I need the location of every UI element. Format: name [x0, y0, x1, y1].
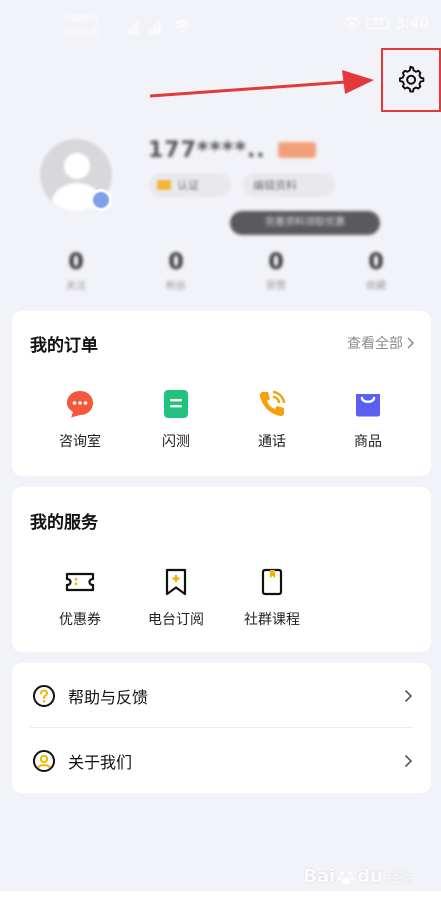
shopping-bag-icon — [351, 387, 385, 421]
order-item-label: 咨询室 — [59, 434, 101, 450]
bottom-strip — [0, 891, 441, 901]
order-item-label: 闪测 — [162, 434, 190, 450]
stat-value: 0 — [68, 250, 84, 275]
service-item-coupon[interactable]: 优惠券 — [32, 565, 128, 629]
service-item-radio[interactable]: 电台订阅 — [128, 565, 224, 629]
view-all-orders-link[interactable]: 查看全部 — [347, 333, 415, 353]
coupon-icon — [63, 565, 97, 599]
order-item-label: 通话 — [258, 434, 286, 450]
about-us-row[interactable]: 关于我们 — [12, 729, 431, 793]
edit-profile-label: 编辑资料 — [253, 179, 297, 192]
help-circle-icon — [33, 685, 55, 707]
service-item-course[interactable]: 社群课程 — [224, 565, 320, 629]
service-item-label: 社群课程 — [244, 612, 300, 628]
user-phone: 177****.. — [148, 138, 266, 163]
annotation-arrow — [149, 70, 374, 98]
stat-value: 0 — [268, 250, 284, 275]
services-grid: 优惠券 电台订阅 社群课程 — [12, 565, 431, 629]
help-feedback-row[interactable]: 帮助与反馈 — [12, 664, 431, 728]
vip-tag — [278, 142, 316, 158]
divider — [30, 727, 413, 728]
course-book-icon — [255, 565, 289, 599]
signal-wifi-icons — [126, 17, 206, 41]
stat-item[interactable]: 0 获赞 — [246, 250, 306, 300]
verify-pill[interactable]: 认证 — [149, 173, 231, 197]
order-item-label: 商品 — [354, 434, 382, 450]
bookmark-add-icon — [159, 565, 193, 599]
stat-label: 获赞 — [266, 281, 286, 292]
help-feedback-label: 帮助与反馈 — [68, 688, 149, 707]
orders-title: 我的订单 — [30, 336, 98, 356]
stat-value: 0 — [168, 250, 184, 275]
stat-value: 0 — [368, 250, 384, 275]
eye-icon: 👁 — [342, 14, 362, 32]
orders-card: 我的订单 查看全部 咨询室 闪测 通话 商品 — [12, 311, 431, 476]
carrier-label-2: 中国联通 — [62, 28, 99, 38]
chevron-right-icon — [407, 337, 415, 349]
verify-pill-label: 认证 — [177, 179, 199, 192]
orders-grid: 咨询室 闪测 通话 商品 — [12, 387, 431, 451]
stat-label: 收藏 — [366, 281, 386, 292]
clock: 3:40 — [395, 14, 429, 32]
stat-item[interactable]: 0 关注 — [46, 250, 106, 300]
order-item-consult[interactable]: 咨询室 — [32, 387, 128, 451]
order-item-test[interactable]: 闪测 — [128, 387, 224, 451]
view-all-label: 查看全部 — [347, 336, 403, 352]
carrier-label-1: 中国移动 — [62, 15, 99, 25]
avatar-badge — [90, 189, 112, 211]
profile-tooltip: 完善资料领取优惠 — [230, 211, 380, 235]
services-title: 我的服务 — [30, 513, 98, 533]
about-us-label: 关于我们 — [68, 753, 133, 772]
watermark-brand: Bai — [303, 866, 336, 887]
service-item-label: 电台订阅 — [148, 612, 204, 628]
stat-label: 关注 — [66, 281, 86, 292]
about-user-icon — [33, 750, 55, 772]
test-document-icon — [159, 387, 193, 421]
badge-icon — [157, 180, 171, 190]
services-card: 我的服务 优惠券 电台订阅 社群课程 — [12, 487, 431, 652]
service-item-label: 优惠券 — [59, 612, 101, 628]
stat-label: 粉丝 — [166, 281, 186, 292]
stat-item[interactable]: 0 粉丝 — [146, 250, 206, 300]
watermark-sub: 经验 — [386, 871, 413, 886]
watermark-brand-2: du — [357, 866, 383, 887]
edit-profile-pill[interactable]: 编辑资料 — [243, 173, 335, 197]
annotation-highlight-box — [381, 48, 441, 112]
order-item-goods[interactable]: 商品 — [320, 387, 416, 451]
stats-row: 0 关注 0 粉丝 0 获赞 0 收藏 — [20, 250, 420, 300]
chevron-right-icon — [404, 754, 413, 768]
status-right: 👁 83 3:40 — [342, 14, 429, 32]
baidu-watermark: Bai du 经验 — [303, 866, 413, 887]
chevron-right-icon — [404, 689, 413, 703]
chat-bubble-icon — [63, 387, 97, 421]
links-card: 帮助与反馈 关于我们 — [12, 663, 431, 793]
paw-icon — [338, 870, 355, 884]
stat-item[interactable]: 0 收藏 — [346, 250, 406, 300]
phone-call-icon — [255, 387, 289, 421]
order-item-call[interactable]: 通话 — [224, 387, 320, 451]
battery-indicator: 83 — [367, 17, 390, 29]
